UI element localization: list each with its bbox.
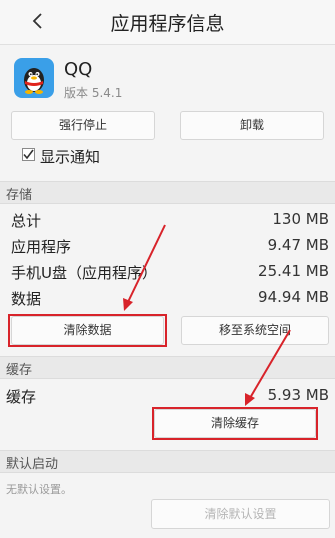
cache-section-header: 缓存 bbox=[0, 356, 335, 379]
storage-section-header: 存储 bbox=[0, 181, 335, 204]
title-bar: 应用程序信息 bbox=[0, 0, 335, 45]
storage-app-label: 应用程序 bbox=[11, 238, 72, 256]
force-stop-button[interactable]: 强行停止 bbox=[11, 111, 155, 140]
clear-data-label: 清除数据 bbox=[63, 323, 112, 337]
uninstall-button[interactable]: 卸载 bbox=[180, 111, 324, 140]
move-to-system-button[interactable]: 移至系统空间 bbox=[181, 316, 329, 345]
clear-defaults-button[interactable]: 清除默认设置 bbox=[151, 499, 330, 529]
clear-defaults-label: 清除默认设置 bbox=[204, 507, 277, 521]
force-stop-label: 强行停止 bbox=[58, 118, 107, 132]
cache-label: 缓存 bbox=[6, 388, 37, 406]
storage-app-value: 9.47 MB bbox=[267, 236, 329, 254]
cache-section-title: 缓存 bbox=[6, 363, 33, 378]
clear-data-button[interactable]: 清除数据 bbox=[11, 316, 164, 345]
storage-section-title: 存储 bbox=[6, 188, 33, 203]
default-launch-section-title: 默认启动 bbox=[6, 457, 59, 472]
cache-value: 5.93 MB bbox=[267, 386, 329, 404]
uninstall-label: 卸载 bbox=[239, 118, 264, 132]
storage-total-value: 130 MB bbox=[272, 210, 329, 228]
clear-cache-label: 清除缓存 bbox=[210, 416, 259, 430]
move-to-system-label: 移至系统空间 bbox=[218, 323, 291, 337]
storage-usb-value: 25.41 MB bbox=[258, 262, 329, 280]
storage-data-value: 94.94 MB bbox=[258, 288, 329, 306]
clear-cache-button[interactable]: 清除缓存 bbox=[154, 409, 316, 438]
storage-total-label: 总计 bbox=[11, 212, 42, 230]
default-launch-status: 无默认设置。 bbox=[6, 483, 72, 496]
checkmark-icon bbox=[23, 149, 34, 160]
qq-penguin-icon bbox=[14, 58, 54, 98]
show-notification-checkbox[interactable] bbox=[22, 148, 35, 161]
arrowhead-clear-data bbox=[123, 298, 133, 311]
page-title: 应用程序信息 bbox=[110, 13, 225, 35]
app-version: 版本 5.4.1 bbox=[64, 86, 123, 100]
arrowhead-clear-cache bbox=[245, 393, 255, 406]
show-notification-label: 显示通知 bbox=[40, 148, 101, 166]
storage-data-label: 数据 bbox=[11, 290, 42, 308]
storage-usb-label: 手机U盘（应用程序） bbox=[11, 264, 157, 282]
app-name: QQ bbox=[64, 59, 93, 80]
default-launch-section-header: 默认启动 bbox=[0, 450, 335, 473]
